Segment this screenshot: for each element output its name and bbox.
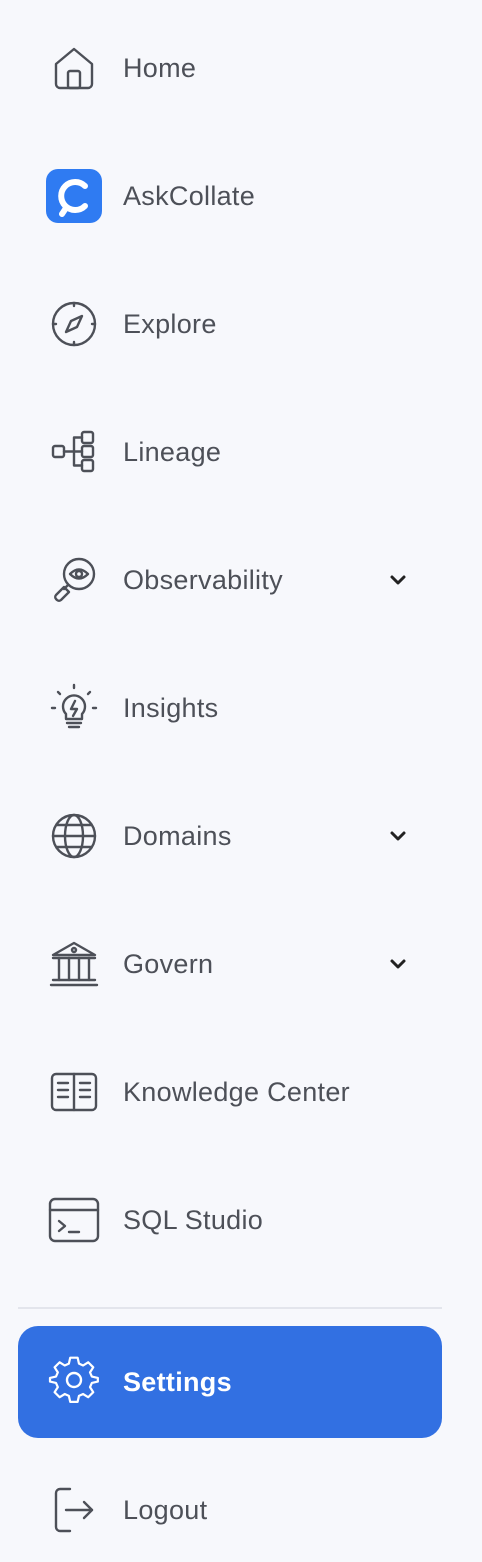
logout-icon (46, 1482, 102, 1538)
sidebar-item-label: Insights (123, 692, 219, 723)
sidebar-item-domains[interactable]: Domains (18, 792, 442, 880)
chevron-down-icon[interactable] (386, 568, 410, 592)
sidebar-item-label: Explore (123, 308, 217, 339)
sidebar-item-askcollate[interactable]: AskCollate (18, 152, 442, 240)
sidebar-item-label: Lineage (123, 436, 222, 467)
globe-icon (46, 808, 102, 864)
lineage-icon (46, 424, 102, 480)
sidebar-item-label: SQL Studio (123, 1204, 264, 1235)
chevron-down-icon[interactable] (386, 824, 410, 848)
sidebar-item-knowledge-center[interactable]: Knowledge Center (18, 1048, 442, 1136)
sidebar-item-lineage[interactable]: Lineage (18, 408, 442, 496)
sidebar-item-observability[interactable]: Observability (18, 536, 442, 624)
magnifier-eye-icon (46, 552, 102, 608)
sidebar-item-label: Domains (123, 820, 232, 851)
lightbulb-icon (46, 680, 102, 736)
sidebar-item-label: AskCollate (123, 180, 256, 211)
book-icon (46, 1064, 102, 1120)
sidebar-item-label: Home (123, 52, 197, 83)
sidebar-item-label: Govern (123, 948, 214, 979)
sidebar-item-label: Observability (123, 564, 283, 595)
sidebar-item-insights[interactable]: Insights (18, 664, 442, 752)
compass-icon (46, 296, 102, 352)
institution-icon (46, 936, 102, 992)
sidebar-item-sql-studio[interactable]: SQL Studio (18, 1176, 442, 1264)
sidebar-nav: Home AskCollate Explore Lineage Observab… (0, 0, 482, 1562)
sidebar-item-explore[interactable]: Explore (18, 280, 442, 368)
gear-icon (46, 1354, 102, 1410)
sidebar-item-logout[interactable]: Logout (18, 1466, 442, 1554)
sidebar-item-label: Knowledge Center (123, 1076, 350, 1107)
chevron-down-icon[interactable] (386, 952, 410, 976)
sidebar-item-label: Settings (123, 1366, 232, 1397)
home-icon (46, 40, 102, 96)
sidebar-item-govern[interactable]: Govern (18, 920, 442, 1008)
sidebar-item-settings[interactable]: Settings (18, 1326, 442, 1438)
terminal-icon (46, 1192, 102, 1248)
sidebar-item-label: Logout (123, 1494, 208, 1525)
sidebar-item-home[interactable]: Home (18, 24, 442, 112)
sidebar-divider (18, 1307, 442, 1309)
askcollate-logo-icon (46, 168, 102, 224)
